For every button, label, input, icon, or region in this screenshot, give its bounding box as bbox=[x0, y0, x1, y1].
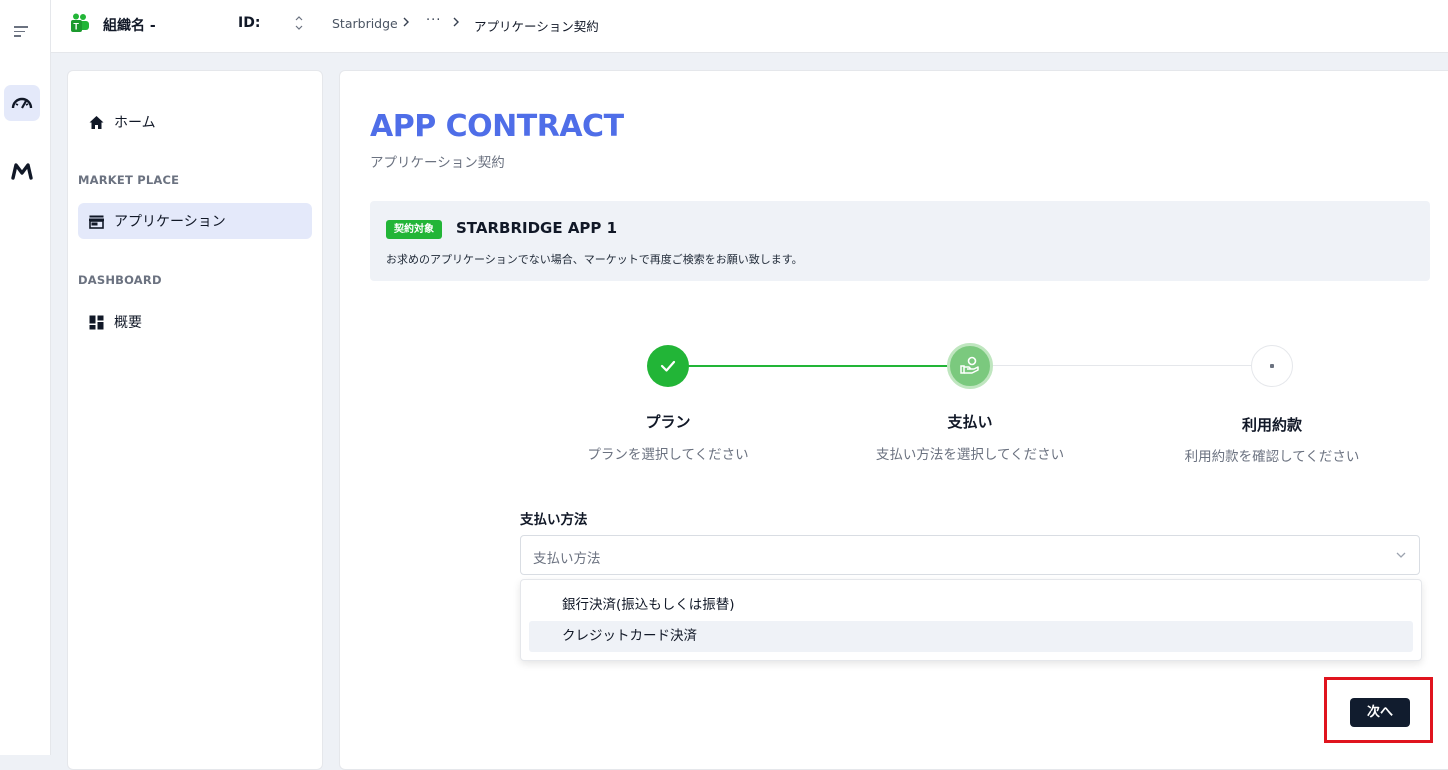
chevron-right-icon bbox=[403, 17, 409, 27]
breadcrumb-current: アプリケーション契約 bbox=[474, 19, 599, 34]
step-terms-description: 利用約款を確認してください bbox=[1184, 449, 1360, 465]
section-title-dashboard: DASHBOARD bbox=[78, 273, 162, 287]
option-credit-card[interactable]: クレジットカード決済 bbox=[529, 621, 1413, 652]
step-terms-title: 利用約款 bbox=[1241, 416, 1302, 434]
sidebar-item-overview[interactable]: 概要 bbox=[78, 304, 312, 340]
next-button[interactable]: 次へ bbox=[1350, 698, 1410, 727]
contract-target-badge: 契約対象 bbox=[386, 220, 442, 239]
hand-coin-icon bbox=[960, 356, 979, 374]
step-plan-title: プラン bbox=[645, 413, 691, 431]
speedometer-icon[interactable] bbox=[4, 85, 40, 121]
step-terms-indicator bbox=[1251, 345, 1293, 387]
chevron-down-icon bbox=[1396, 552, 1406, 558]
section-title-marketplace: MARKET PLACE bbox=[78, 173, 180, 187]
home-icon bbox=[89, 115, 104, 129]
dashboard-grid-icon bbox=[89, 315, 104, 329]
page-title: APP CONTRACT bbox=[370, 109, 624, 144]
page-subtitle: アプリケーション契約 bbox=[370, 155, 505, 171]
stepper-connector-done bbox=[688, 365, 968, 367]
select-placeholder: 支払い方法 bbox=[533, 551, 601, 567]
step-plan-indicator bbox=[647, 345, 689, 387]
step-payment-title: 支払い bbox=[947, 413, 993, 431]
org-name: 組織名 - bbox=[103, 18, 156, 34]
sidebar: ホーム MARKET PLACE アプリケーション DASHBOARD 概要 bbox=[67, 70, 323, 770]
step-payment-indicator bbox=[947, 343, 993, 389]
sidebar-item-home[interactable]: ホーム bbox=[78, 104, 312, 140]
app-note: お求めのアプリケーションでない場合、マーケットで再度ご検索をお願い致します。 bbox=[386, 253, 803, 266]
main-content: APP CONTRACT アプリケーション契約 契約対象 STARBRIDGE … bbox=[339, 70, 1448, 770]
step-payment-description: 支払い方法を選択してください bbox=[875, 447, 1065, 463]
chevron-right-icon bbox=[453, 17, 459, 27]
sort-chevrons-icon[interactable] bbox=[294, 14, 304, 32]
sidebar-item-applications[interactable]: アプリケーション bbox=[78, 203, 312, 239]
storefront-icon bbox=[89, 215, 104, 229]
breadcrumb-root[interactable]: Starbridge bbox=[332, 16, 398, 31]
app-info-card: 契約対象 STARBRIDGE APP 1 お求めのアプリケーションでない場合、… bbox=[370, 201, 1430, 281]
left-rail bbox=[0, 0, 51, 755]
sidebar-item-label: ホーム bbox=[114, 115, 156, 131]
breadcrumb-ellipsis[interactable]: ··· bbox=[426, 13, 441, 28]
step-plan-description: プランを選択してください bbox=[587, 447, 749, 463]
payment-method-dropdown: 銀行決済(振込もしくは振替) クレジットカード決済 bbox=[520, 579, 1422, 661]
check-icon bbox=[660, 360, 676, 372]
app-name: STARBRIDGE APP 1 bbox=[456, 219, 618, 237]
sidebar-item-label: アプリケーション bbox=[114, 214, 226, 230]
stepper-connector-todo bbox=[990, 365, 1272, 366]
top-header: T 組織名 - ID: Starbridge ··· アプリケーション契約 bbox=[51, 0, 1448, 53]
payment-method-label: 支払い方法 bbox=[520, 512, 588, 528]
teams-icon: T bbox=[68, 13, 90, 33]
menu-toggle-icon[interactable] bbox=[14, 26, 30, 40]
payment-method-select[interactable]: 支払い方法 bbox=[520, 535, 1420, 575]
m-logo-icon[interactable] bbox=[11, 160, 33, 182]
sidebar-item-label: 概要 bbox=[114, 315, 142, 331]
org-id-label: ID: bbox=[238, 15, 261, 31]
pending-dot-icon bbox=[1270, 364, 1274, 368]
option-bank-transfer[interactable]: 銀行決済(振込もしくは振替) bbox=[529, 590, 1413, 621]
svg-text:T: T bbox=[73, 22, 79, 32]
